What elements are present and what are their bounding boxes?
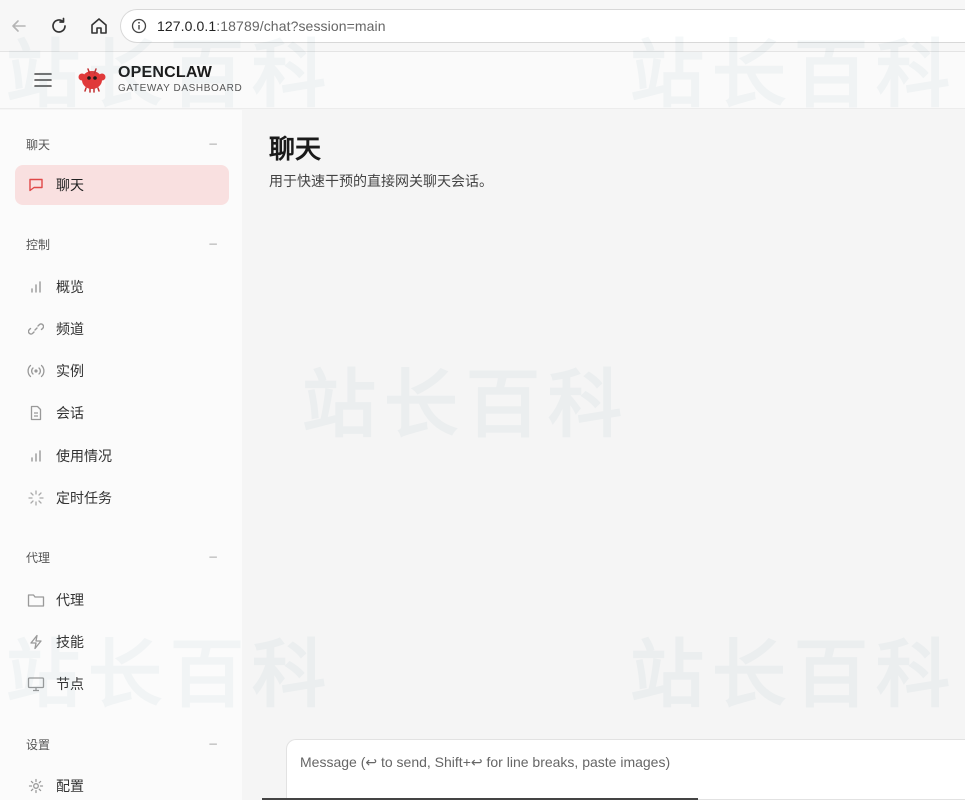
hamburger-icon [34, 73, 52, 87]
sidebar-item-sessions[interactable]: 会话 [15, 393, 229, 433]
sidebar-item-config[interactable]: 配置 [15, 766, 229, 800]
sidebar-item-label: 定时任务 [56, 491, 112, 507]
collapse-icon: − [207, 237, 218, 251]
sidebar-item-label: 技能 [56, 635, 84, 651]
sidebar-item-agent[interactable]: 代理 [15, 580, 229, 620]
sidebar-item-overview[interactable]: 概览 [15, 267, 229, 307]
page-subtitle: 用于快速干预的直接网关聊天会话。 [269, 174, 493, 190]
section-header-control[interactable]: 控制 − [26, 236, 218, 252]
section-header-chat[interactable]: 聊天 − [26, 136, 218, 152]
url-host: 127.0.0.1 [157, 18, 217, 34]
page-title: 聊天 [269, 135, 322, 165]
section-title: 代理 [26, 550, 51, 565]
sidebar-item-label: 会话 [56, 406, 84, 422]
bar-chart-icon [27, 447, 45, 465]
home-button[interactable] [86, 13, 112, 39]
reload-button[interactable] [46, 13, 72, 39]
message-placeholder: Message (↩ to send, Shift+↩ for line bre… [300, 754, 671, 770]
loader-icon [27, 489, 45, 507]
reload-icon [52, 17, 66, 33]
openclaw-logo [77, 64, 107, 94]
sidebar-item-label: 频道 [56, 322, 84, 338]
sidebar: 聊天 − 聊天 控制 − 概览 频道 实例 会话 使用情况 定时任务 代理 − … [0, 110, 242, 800]
document-icon [27, 404, 45, 422]
bar-chart-icon [27, 278, 45, 296]
link-icon [27, 320, 45, 338]
sidebar-item-cron[interactable]: 定时任务 [15, 478, 229, 518]
section-title: 聊天 [26, 137, 51, 152]
url-text: 127.0.0.1:18789/chat?session=main [157, 18, 386, 34]
sidebar-item-label: 代理 [56, 593, 84, 609]
sidebar-item-usage[interactable]: 使用情况 [15, 436, 229, 476]
sidebar-item-label: 配置 [56, 779, 84, 795]
sidebar-item-skills[interactable]: 技能 [15, 622, 229, 662]
sidebar-item-channels[interactable]: 频道 [15, 309, 229, 349]
chat-bubble-icon [27, 176, 45, 194]
collapse-icon: − [207, 550, 218, 564]
gear-icon [27, 777, 45, 795]
info-icon [131, 18, 147, 34]
message-input[interactable]: Message (↩ to send, Shift+↩ for line bre… [286, 739, 965, 800]
sidebar-item-label: 节点 [56, 677, 84, 693]
section-header-settings[interactable]: 设置 − [26, 736, 218, 752]
sidebar-item-chat[interactable]: 聊天 [15, 165, 229, 205]
sidebar-item-instances[interactable]: 实例 [15, 351, 229, 391]
sidebar-item-label: 概览 [56, 280, 84, 296]
menu-toggle-button[interactable] [30, 68, 56, 92]
brand-subtitle: GATEWAY DASHBOARD [118, 83, 243, 94]
sidebar-item-label: 使用情况 [56, 449, 112, 465]
app-header: OPENCLAW GATEWAY DASHBOARD [0, 52, 965, 109]
sidebar-item-label: 聊天 [56, 178, 84, 194]
collapse-icon: − [207, 737, 218, 751]
url-path: :18789/chat?session=main [216, 18, 386, 34]
sidebar-item-nodes[interactable]: 节点 [15, 664, 229, 704]
collapse-icon: − [207, 137, 218, 151]
crab-logo-icon [78, 68, 106, 93]
monitor-icon [27, 675, 45, 693]
browser-toolbar: 127.0.0.1:18789/chat?session=main [0, 0, 965, 52]
home-icon [91, 18, 107, 34]
sidebar-item-label: 实例 [56, 364, 84, 380]
lightning-icon [27, 633, 45, 651]
arrow-left-icon [12, 20, 26, 32]
broadcast-icon [27, 362, 45, 380]
address-bar[interactable]: 127.0.0.1:18789/chat?session=main [120, 9, 965, 43]
brand-title: OPENCLAW [118, 64, 213, 81]
section-title: 控制 [26, 237, 51, 252]
folder-icon [27, 591, 45, 609]
section-header-agents[interactable]: 代理 − [26, 549, 218, 565]
main-content: 聊天 用于快速干预的直接网关聊天会话。 Message (↩ to send, … [242, 110, 965, 800]
section-title: 设置 [26, 737, 51, 752]
back-button[interactable] [6, 13, 32, 39]
